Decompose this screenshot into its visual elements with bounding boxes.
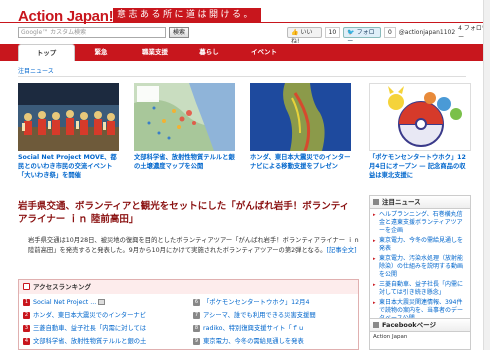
- site-tagline: 意志ある所に道は開ける。: [113, 8, 261, 23]
- page-scrollbar[interactable]: [483, 0, 490, 350]
- ranking-text: 文部科学省、放射性物質テルルと銀の土: [33, 338, 147, 345]
- rank-number: 8: [193, 324, 200, 332]
- search-input[interactable]: Google™ カスタム検索: [18, 27, 166, 38]
- article-body-text: 岩手県交通は10月28日、被災地の復興を目的としたボランティアツアー「がんばれ岩…: [28, 237, 360, 254]
- sidebar-news-list: ヘルプランニング、石巻横丸信金と遠東支援ボランティアツアーを企画 東京電力、今冬…: [370, 209, 470, 323]
- photo-caption-2[interactable]: 文部科学省、放射性物質テルルと銀の土壌濃度マップを公開: [134, 153, 238, 171]
- side-feature-caption[interactable]: 「ポケモンセンタートウホク」12月4日にオープン — 記念商品の収益は東北支援に: [369, 153, 471, 180]
- sidebar-news-item[interactable]: 東京電力、今冬の需給見通しを発表: [373, 237, 467, 253]
- ranking-item[interactable]: 4 文部科学省、放射性物質テルルと銀の土: [23, 337, 188, 347]
- photo-caption-3[interactable]: ホンダ、東日本大震災でのインターナビによる移動支援をプレゼン: [250, 153, 354, 171]
- article-headline[interactable]: 岩手県交通、ボランティアと観光をセットにした「がんばれ岩手！ボランティアライナー…: [18, 200, 358, 226]
- photo-caption-1[interactable]: Social Net Project MOVE、都民とのいわき市民の交流イベント…: [18, 153, 122, 180]
- access-ranking: アクセスランキング 1 Social Net Project ... 2 ホンダ、東…: [18, 279, 359, 350]
- follow-count: 0: [383, 26, 396, 38]
- facebook-title: Facebookページ: [382, 321, 436, 329]
- ranking-icon: [23, 283, 30, 290]
- rank-number: 2: [23, 311, 30, 319]
- follow-button[interactable]: 🐦 フォロー: [343, 26, 381, 45]
- section-divider: [18, 76, 466, 77]
- like-button[interactable]: 👍 いいね!: [287, 26, 322, 45]
- radiation-map[interactable]: [134, 83, 235, 151]
- ranking-text: 「ポケモンセンタートウホク」12月4: [203, 299, 310, 306]
- like-count: 10: [324, 26, 341, 38]
- sidebar-news-item[interactable]: 三菱自動車、益子社長「内需に対しては引き続き懸念」: [373, 281, 467, 297]
- sidebar-news: 注目ニュース ヘルプランニング、石巻横丸信金と遠東支援ボランティアツアーを企画 …: [369, 195, 471, 326]
- ranking-item[interactable]: 7 アシーマ、誰でも利用できる災害支援間: [193, 311, 356, 321]
- facebook-icon: [373, 322, 379, 328]
- ranking-item[interactable]: 9 東京電力、今冬の需給見通しを発表: [193, 337, 356, 347]
- sidebar-news-header: 注目ニュース: [370, 196, 470, 209]
- main-nav: トップ 緊急 職業支援 暮らし イベント: [0, 44, 490, 61]
- like-label: いいね!: [291, 28, 313, 45]
- rank-number: 4: [23, 337, 30, 345]
- nav-tab-living[interactable]: 暮らし: [186, 44, 232, 61]
- nav-tab-top[interactable]: トップ: [18, 44, 75, 61]
- ranking-item[interactable]: 8 radiko、特別復興支援サイト「ｆｕ: [193, 324, 356, 334]
- ranking-item[interactable]: 3 三菱自動車、益子社長「内需に対しては: [23, 324, 188, 334]
- facebook-page-name[interactable]: Action Japan: [370, 332, 470, 342]
- festival-photo[interactable]: [18, 83, 119, 151]
- ranking-text: Social Net Project ...: [33, 299, 97, 306]
- rank-number: 3: [23, 324, 30, 332]
- ranking-text: radiko、特別復興支援サイト「ｆｕ: [203, 325, 305, 332]
- comment-icon: [98, 299, 106, 305]
- ranking-text: 東京電力、今冬の需給見通しを発表: [203, 338, 304, 345]
- follow-label: フォロー: [347, 28, 375, 45]
- facebook-header: Facebookページ: [370, 319, 470, 332]
- facebook-box: Facebookページ Action Japan: [369, 318, 471, 350]
- social-bar: 👍 いいね! 10 🐦 フォロー 0 @actionjapan1102 4 フォ…: [287, 25, 490, 45]
- rank-number: 1: [23, 298, 30, 306]
- ranking-text: ホンダ、東日本大震災でのインターナビ: [33, 312, 147, 319]
- ranking-text: アシーマ、誰でも利用できる災害支援間: [203, 312, 316, 319]
- sidebar-news-item[interactable]: 東京電力、汚染水処理（放射能除染）の仕組みを説明する動画を公開: [373, 255, 467, 279]
- search-button[interactable]: 検索: [169, 27, 189, 38]
- news-icon: [373, 199, 379, 205]
- ranking-header: アクセスランキング: [19, 280, 358, 294]
- section-label[interactable]: 注目ニュース: [18, 66, 54, 75]
- site-header: Action Japan! 意志ある所に道は開ける。 Google™ カスタム検…: [0, 0, 490, 45]
- article-body: 岩手県交通は10月28日、被災地の復興を目的としたボランティアツアー「がんばれ岩…: [28, 236, 362, 256]
- nav-tab-job-support[interactable]: 職業支援: [127, 44, 183, 61]
- read-more-link[interactable]: [記事全文]: [326, 247, 356, 254]
- ranking-item[interactable]: 2 ホンダ、東日本大震災でのインターナビ: [23, 311, 188, 321]
- nav-tab-emergency[interactable]: 緊急: [78, 44, 124, 61]
- rank-number: 6: [193, 298, 200, 306]
- twitter-handle[interactable]: @actionjapan1102: [399, 29, 455, 36]
- navigation-map[interactable]: [250, 83, 351, 151]
- rank-number: 7: [193, 311, 200, 319]
- ranking-text: 三菱自動車、益子社長「内需に対しては: [33, 325, 147, 332]
- rank-number: 9: [193, 337, 200, 345]
- sidebar-news-item[interactable]: ヘルプランニング、石巻横丸信金と遠東支援ボランティアツアーを企画: [373, 211, 467, 235]
- sidebar-news-title: 注目ニュース: [382, 198, 421, 206]
- ranking-title: アクセスランキング: [33, 283, 91, 291]
- header-divider: [0, 22, 490, 23]
- ranking-item[interactable]: 6 「ポケモンセンタートウホク」12月4: [193, 298, 356, 308]
- ranking-item[interactable]: 1 Social Net Project ...: [23, 298, 188, 308]
- nav-tab-events[interactable]: イベント: [236, 44, 292, 61]
- pokemon-center-image[interactable]: [369, 83, 471, 151]
